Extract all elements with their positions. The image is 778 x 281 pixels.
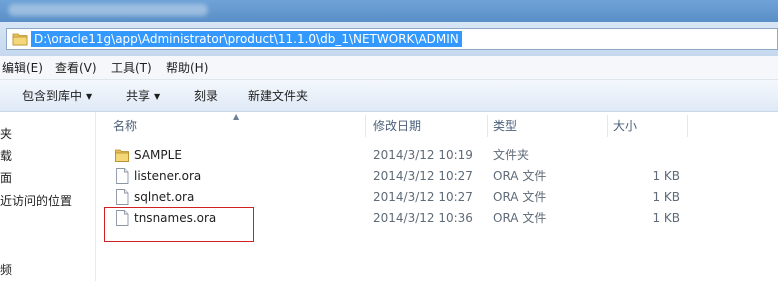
nav-item-desktop[interactable]: 面 (0, 170, 12, 186)
column-header-modified[interactable]: 修改日期 (373, 119, 421, 133)
file-modified: 2014/3/12 10:27 (373, 190, 473, 204)
nav-item-recent-places[interactable]: 近访问的位置 (0, 193, 72, 209)
file-size: 1 KB (652, 169, 680, 183)
include-in-library-button[interactable]: 包含到库中 ▼ (22, 88, 92, 104)
menu-tools[interactable]: 工具(T) (111, 60, 152, 76)
navigation-pane: 夹 载 面 近访问的位置 频 (0, 112, 96, 281)
file-icon (116, 189, 129, 205)
nav-item-favorites[interactable]: 夹 (0, 126, 12, 142)
share-button[interactable]: 共享 ▼ (126, 88, 160, 104)
chevron-down-icon: ▼ (154, 92, 161, 101)
column-divider[interactable] (607, 115, 608, 137)
column-header-size[interactable]: 大小 (613, 119, 637, 133)
share-label: 共享 (126, 89, 151, 103)
folder-icon (115, 149, 129, 162)
window-title-bar[interactable] (0, 0, 778, 22)
file-type: 文件夹 (493, 148, 530, 162)
file-name: listener.ora (134, 169, 202, 183)
table-row[interactable]: SAMPLE 2014/3/12 10:19 文件夹 (97, 145, 778, 166)
file-size: 1 KB (652, 190, 680, 204)
file-name: SAMPLE (134, 148, 182, 162)
column-header-name[interactable]: 名称 (113, 119, 137, 133)
menu-bar: 编辑(E) 查看(V) 工具(T) 帮助(H) (0, 56, 778, 80)
file-type: ORA 文件 (493, 190, 547, 204)
file-modified: 2014/3/12 10:36 (373, 211, 473, 225)
include-in-library-label: 包含到库中 (22, 89, 83, 103)
burn-button[interactable]: 刻录 (194, 88, 218, 104)
table-row[interactable]: sqlnet.ora 2014/3/12 10:27 ORA 文件 1 KB (97, 187, 778, 208)
column-divider[interactable] (487, 115, 488, 137)
table-row[interactable]: listener.ora 2014/3/12 10:27 ORA 文件 1 KB (97, 166, 778, 187)
chevron-down-icon: ▼ (86, 92, 93, 101)
new-folder-button[interactable]: 新建文件夹 (248, 88, 308, 104)
file-modified: 2014/3/12 10:19 (373, 148, 473, 162)
menu-help[interactable]: 帮助(H) (166, 60, 208, 76)
file-name: sqlnet.ora (134, 190, 195, 204)
sort-ascending-icon: ▲ (233, 112, 240, 121)
file-icon (116, 168, 129, 184)
annotation-highlight-box (104, 207, 254, 242)
address-path-text[interactable]: D:\oracle11g\app\Administrator\product\1… (31, 31, 462, 47)
file-size: 1 KB (652, 211, 680, 225)
blurred-window-title (8, 4, 208, 16)
file-modified: 2014/3/12 10:27 (373, 169, 473, 183)
menu-view[interactable]: 查看(V) (55, 60, 97, 76)
file-type: ORA 文件 (493, 169, 547, 183)
column-divider[interactable] (365, 115, 366, 137)
column-divider[interactable] (687, 115, 688, 137)
column-header-row: ▲ 名称 修改日期 类型 大小 (97, 112, 778, 139)
column-header-type[interactable]: 类型 (493, 119, 517, 133)
file-list: ▲ 名称 修改日期 类型 大小 SAMPLE 2014/3/12 10:19 文… (97, 112, 778, 281)
file-type: ORA 文件 (493, 211, 547, 225)
nav-item-videos[interactable]: 频 (0, 262, 12, 278)
nav-item-downloads[interactable]: 载 (0, 148, 12, 164)
address-field[interactable]: D:\oracle11g\app\Administrator\product\1… (6, 28, 778, 50)
address-bar-area: D:\oracle11g\app\Administrator\product\1… (0, 22, 778, 56)
folder-icon (12, 33, 28, 46)
menu-edit[interactable]: 编辑(E) (2, 60, 43, 76)
command-toolbar: 包含到库中 ▼ 共享 ▼ 刻录 新建文件夹 (0, 80, 778, 112)
